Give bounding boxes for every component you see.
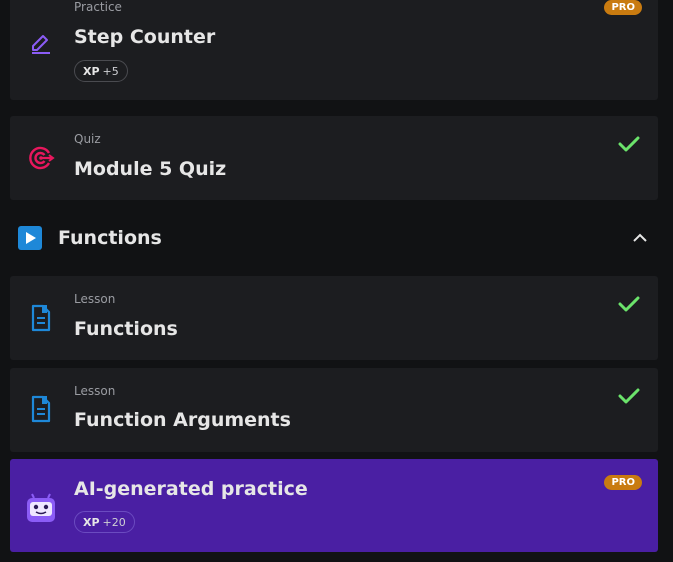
checkmark-icon xyxy=(618,296,640,312)
section-title: Functions xyxy=(58,227,162,249)
pro-badge: PRO xyxy=(604,475,642,490)
pro-badge: PRO xyxy=(604,0,642,15)
chevron-up-icon[interactable] xyxy=(632,230,648,246)
xp-value: +5 xyxy=(102,65,119,78)
item-type-label: Quiz xyxy=(74,132,101,146)
item-title: Functions xyxy=(74,318,178,340)
item-title: Module 5 Quiz xyxy=(74,158,227,180)
item-title: Function Arguments xyxy=(74,409,291,431)
target-icon xyxy=(26,143,56,173)
xp-label: XP xyxy=(83,516,100,529)
item-type-label: Lesson xyxy=(74,384,116,398)
document-icon xyxy=(26,303,56,333)
quiz-card-module-5[interactable]: Quiz Module 5 Quiz xyxy=(10,116,658,200)
item-title: Step Counter xyxy=(74,26,216,48)
lesson-card-functions[interactable]: Lesson Functions xyxy=(10,276,658,360)
section-header-functions[interactable]: Functions xyxy=(18,226,654,250)
xp-value: +20 xyxy=(102,516,126,529)
lesson-card-function-arguments[interactable]: Lesson Function Arguments xyxy=(10,368,658,452)
checkmark-icon xyxy=(618,136,640,152)
item-type-label: Lesson xyxy=(74,292,116,306)
practice-card-step-counter[interactable]: Practice Step Counter XP +5 PRO xyxy=(10,0,658,100)
ai-practice-card[interactable]: AI-generated practice XP +20 PRO xyxy=(10,459,658,552)
item-title: AI-generated practice xyxy=(74,478,308,500)
xp-pill: XP +20 xyxy=(74,511,135,533)
ai-robot-icon xyxy=(24,491,58,525)
play-icon xyxy=(18,226,42,250)
xp-pill: XP +5 xyxy=(74,60,128,82)
xp-label: XP xyxy=(83,65,100,78)
item-type-label: Practice xyxy=(74,0,122,14)
checkmark-icon xyxy=(618,388,640,404)
document-icon xyxy=(26,394,56,424)
pencil-edit-icon xyxy=(26,28,56,58)
